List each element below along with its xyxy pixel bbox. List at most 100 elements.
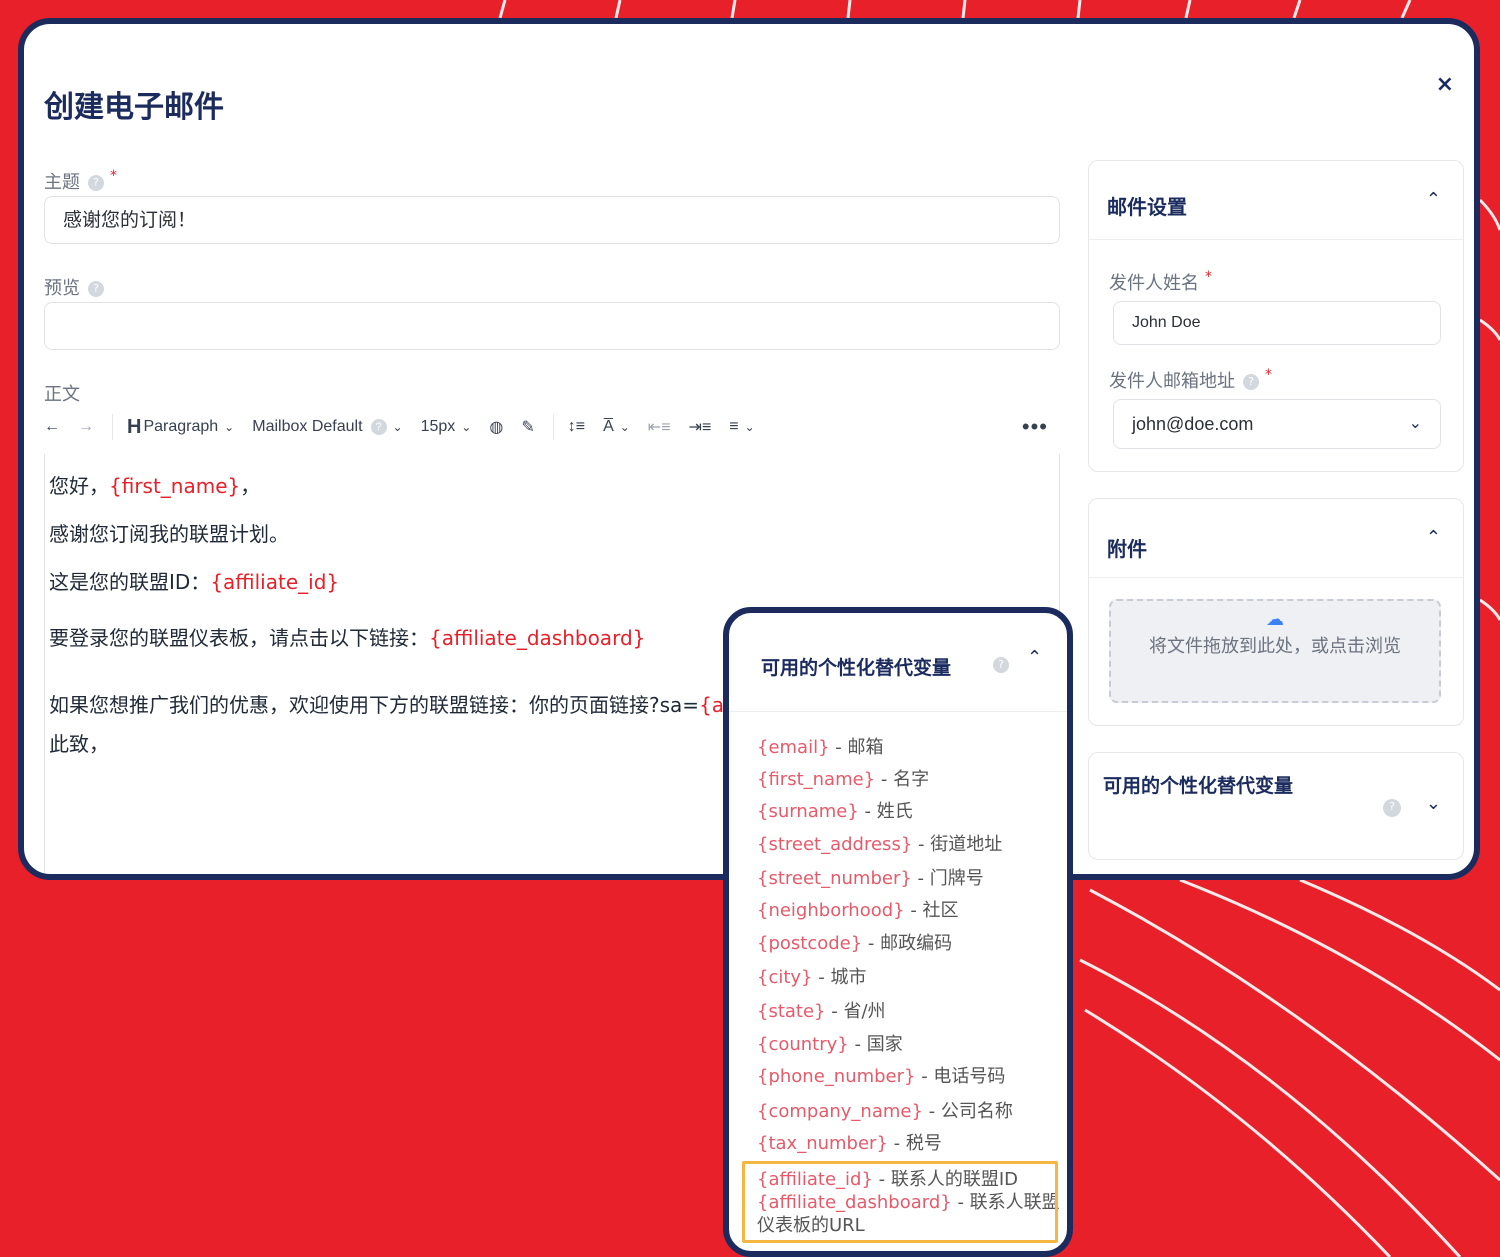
var-token: {company_name} bbox=[757, 1101, 923, 1122]
undo-icon[interactable]: ← bbox=[44, 418, 60, 436]
sender-email-select[interactable]: john@doe.com ⌄ bbox=[1113, 399, 1441, 449]
sender-email-label-text: 发件人邮箱地址 bbox=[1109, 371, 1235, 392]
var-desc: - 城市 bbox=[812, 967, 867, 988]
var-item[interactable]: {neighborhood} - 社区 bbox=[757, 896, 959, 922]
var-item[interactable]: {postcode} - 邮政编码 bbox=[757, 929, 952, 955]
help-icon[interactable]: ? bbox=[88, 281, 104, 297]
mail-settings-card: 邮件设置 ⌃ 发件人姓名 * John Doe 发件人邮箱地址? * john@do… bbox=[1088, 160, 1464, 472]
sender-name-input[interactable]: John Doe bbox=[1113, 301, 1441, 345]
help-icon[interactable]: ? bbox=[1243, 374, 1259, 390]
var-item[interactable]: {company_name} - 公司名称 bbox=[757, 1097, 1013, 1123]
var-desc: - 街道地址 bbox=[912, 834, 1003, 855]
attachments-card: 附件 ⌃ ☁ 将文件拖放到此处，或点击浏览 bbox=[1088, 498, 1464, 726]
toolbar-divider bbox=[552, 414, 554, 440]
var-token: {postcode} bbox=[757, 933, 863, 954]
chevron-down-icon: ⌄ bbox=[461, 420, 472, 434]
more-options-icon[interactable]: ••• bbox=[1022, 414, 1048, 440]
panel-divider bbox=[729, 711, 1067, 712]
var-desc: - 门牌号 bbox=[911, 868, 984, 889]
var-token: {state} bbox=[757, 1001, 826, 1022]
var-desc: - 姓氏 bbox=[858, 801, 913, 822]
var-item[interactable]: {tax_number} - 税号 bbox=[757, 1129, 942, 1155]
body-line: 您好，{first_name}， bbox=[49, 470, 260, 499]
var-item[interactable]: {surname} - 姓氏 bbox=[757, 797, 913, 823]
sender-email-value: john@doe.com bbox=[1132, 414, 1254, 434]
indent-icon[interactable]: ⇥≡ bbox=[689, 417, 712, 437]
var-token: {tax_number} bbox=[757, 1133, 888, 1154]
var-desc: - 社区 bbox=[904, 900, 959, 921]
help-icon[interactable]: ? bbox=[993, 657, 1009, 673]
chevron-up-icon[interactable]: ⌃ bbox=[1027, 647, 1042, 668]
body-line: 此致， bbox=[49, 732, 109, 756]
card-divider bbox=[1089, 577, 1463, 578]
var-item[interactable]: {state} - 省/州 bbox=[757, 997, 886, 1023]
subject-label: 主题? * bbox=[44, 168, 117, 194]
subject-input[interactable]: 感谢您的订阅！ bbox=[44, 196, 1060, 244]
var-item[interactable]: {email} - 邮箱 bbox=[757, 733, 884, 759]
body-line: 这是您的联盟ID：{affiliate_id} bbox=[49, 566, 339, 595]
chevron-down-icon: ⌄ bbox=[224, 420, 235, 434]
var-token: {surname} bbox=[757, 801, 859, 822]
var-item[interactable]: {street_address} - 街道地址 bbox=[757, 830, 1002, 856]
modal-title: 创建电子邮件 bbox=[44, 90, 224, 125]
var-token: {neighborhood} bbox=[757, 900, 905, 921]
preview-label: 预览? bbox=[44, 274, 104, 300]
body-text: 这是您的联盟ID： bbox=[49, 570, 211, 594]
body-line: 要登录您的联盟仪表板，请点击以下链接：{affiliate_dashboard} bbox=[49, 622, 645, 651]
body-text: ， bbox=[240, 474, 261, 498]
file-dropzone[interactable]: ☁ 将文件拖放到此处，或点击浏览 bbox=[1109, 599, 1441, 703]
var-item[interactable]: {first_name} - 名字 bbox=[757, 765, 929, 791]
chevron-down-icon: ⌄ bbox=[1408, 415, 1422, 432]
help-icon: ? bbox=[370, 419, 387, 435]
help-icon[interactable]: ? bbox=[88, 175, 104, 191]
var-token: {country} bbox=[757, 1034, 849, 1055]
text-color-icon[interactable]: ◍ bbox=[489, 417, 503, 437]
paragraph-dropdown[interactable]: H Paragraph ⌄ bbox=[127, 416, 234, 439]
redo-icon[interactable]: → bbox=[78, 418, 94, 436]
var-item[interactable]: {phone_number} - 电话号码 bbox=[757, 1062, 1005, 1088]
chevron-up-icon[interactable]: ⌃ bbox=[1426, 527, 1441, 548]
toolbar-divider bbox=[112, 414, 113, 440]
var-item[interactable]: {street_number} - 门牌号 bbox=[757, 864, 984, 890]
preview-input[interactable] bbox=[44, 302, 1060, 350]
var-desc: - 省/州 bbox=[825, 1001, 886, 1022]
variable-token: {affiliate_id} bbox=[210, 570, 340, 594]
mail-settings-title: 邮件设置 bbox=[1107, 195, 1187, 219]
var-item[interactable]: {country} - 国家 bbox=[757, 1030, 903, 1056]
close-button[interactable]: × bbox=[1436, 72, 1454, 97]
chevron-down-icon: ⌄ bbox=[619, 420, 630, 434]
chevron-up-icon[interactable]: ⌃ bbox=[1426, 189, 1441, 210]
preview-label-text: 预览 bbox=[44, 278, 80, 299]
outdent-icon[interactable]: ⇤≡ bbox=[648, 417, 671, 437]
chevron-down-icon: ⌄ bbox=[392, 420, 403, 434]
body-text: 如果您想推广我们的优惠，欢迎使用下方的联盟链接：你的页面链接?sa= bbox=[49, 693, 700, 717]
text-style-icon[interactable]: A̅ ⌄ bbox=[603, 418, 630, 436]
highlight-color-icon[interactable]: ✎ bbox=[521, 417, 534, 437]
var-desc: - 名字 bbox=[875, 769, 930, 790]
font-size-dropdown[interactable]: 15px ⌄ bbox=[421, 418, 472, 436]
subject-label-text: 主题 bbox=[44, 172, 80, 193]
font-label: Mailbox Default bbox=[252, 418, 363, 435]
sender-name-label: 发件人姓名 * bbox=[1109, 269, 1212, 295]
line-height-icon[interactable]: ↕≡ bbox=[568, 418, 585, 436]
font-dropdown[interactable]: Mailbox Default ? ⌄ bbox=[252, 418, 403, 436]
body-line: 如果您想推广我们的优惠，欢迎使用下方的联盟链接：你的页面链接?sa={a bbox=[49, 689, 724, 718]
var-token: {city} bbox=[757, 967, 813, 988]
var-desc: - 电话号码 bbox=[915, 1066, 1006, 1087]
sender-name-label-text: 发件人姓名 bbox=[1109, 273, 1199, 294]
align-icon[interactable]: ≡ ⌄ bbox=[729, 418, 754, 436]
var-item[interactable]: {city} - 城市 bbox=[757, 963, 866, 989]
attachments-title: 附件 bbox=[1107, 537, 1147, 561]
var-desc: - 国家 bbox=[848, 1034, 903, 1055]
vars-panel-title: 可用的个性化替代变量 bbox=[761, 657, 952, 679]
chevron-down-icon[interactable]: ⌄ bbox=[1426, 793, 1441, 814]
paragraph-label: Paragraph bbox=[143, 418, 219, 435]
help-icon[interactable]: ? bbox=[1383, 799, 1401, 817]
required-marker: * bbox=[110, 168, 117, 184]
var-desc: - 税号 bbox=[887, 1133, 942, 1154]
personalization-vars-panel: 可用的个性化替代变量 ? ⌃ {email} - 邮箱 {first_name}… bbox=[723, 607, 1073, 1257]
upload-cloud-icon: ☁ bbox=[1266, 609, 1284, 630]
variable-token: {first_name} bbox=[109, 474, 241, 498]
variable-token: {a bbox=[699, 693, 725, 717]
var-token: {phone_number} bbox=[757, 1066, 916, 1087]
